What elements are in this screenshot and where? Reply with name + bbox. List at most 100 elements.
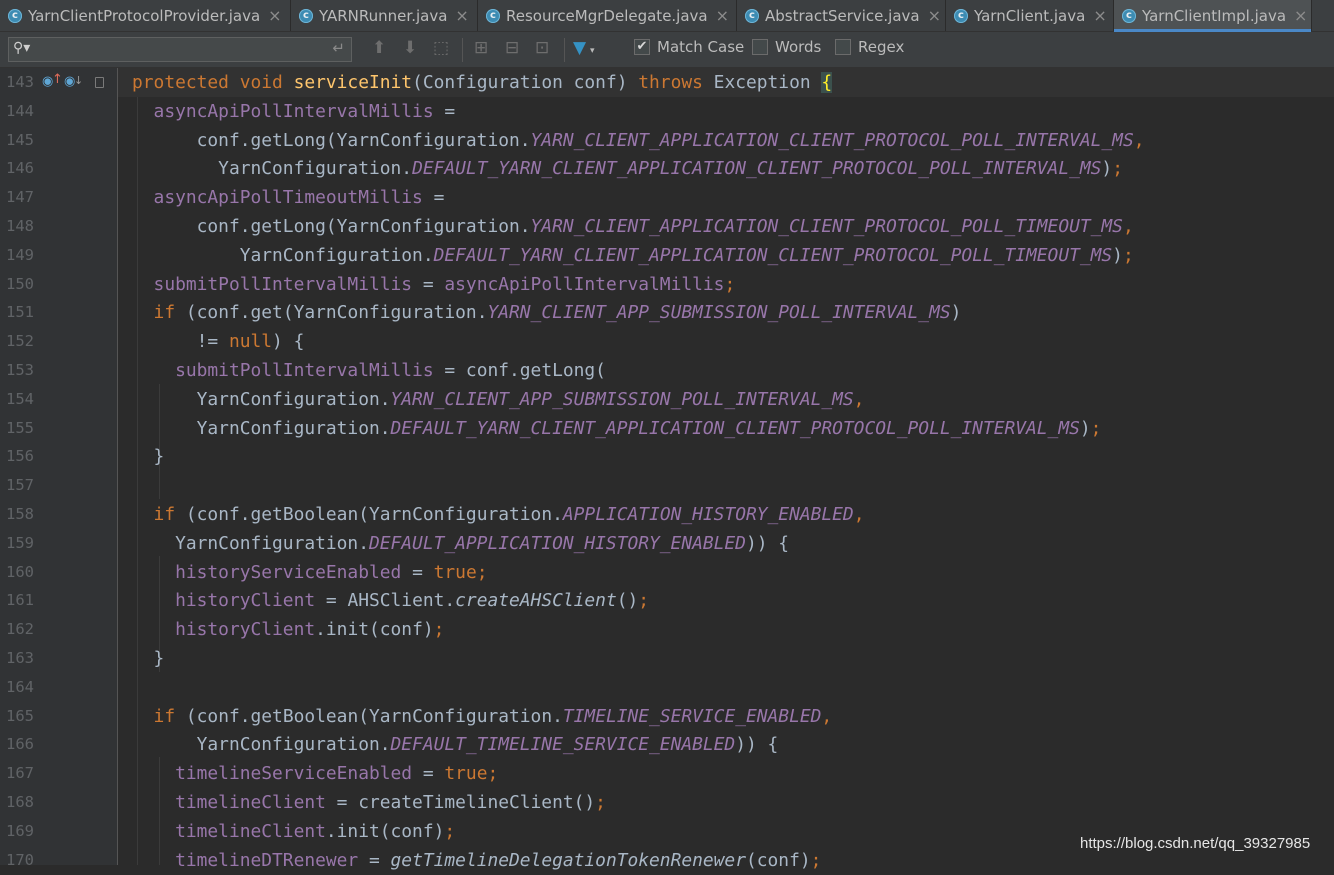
code-line[interactable]: 157 xyxy=(0,471,1334,500)
code-token: YARN_CLIENT_APPLICATION_CLIENT_PROTOCOL_… xyxy=(530,129,1134,151)
line-number: 170 xyxy=(6,850,34,869)
code-token: ) xyxy=(1112,244,1123,266)
code-text[interactable]: YarnConfiguration.DEFAULT_APPLICATION_HI… xyxy=(132,529,789,558)
code-line[interactable]: 162 historyClient.init(conf); xyxy=(0,615,1334,644)
search-input[interactable] xyxy=(37,40,331,61)
filter-icon[interactable]: ▼ xyxy=(573,38,586,58)
code-line[interactable]: 154 YarnConfiguration.YARN_CLIENT_APP_SU… xyxy=(0,385,1334,414)
code-text[interactable]: if (conf.get(YarnConfiguration.YARN_CLIE… xyxy=(132,298,962,327)
code-text[interactable]: asyncApiPollIntervalMillis = xyxy=(132,97,456,126)
close-icon[interactable]: × xyxy=(1294,6,1307,25)
select-all-occurrences-icon[interactable]: ⊡ xyxy=(535,38,549,58)
code-text[interactable]: timelineClient.init(conf); xyxy=(132,817,455,846)
code-text[interactable]: timelineServiceEnabled = true; xyxy=(132,759,498,788)
code-line[interactable]: 145 conf.getLong(YarnConfiguration.YARN_… xyxy=(0,126,1334,155)
tab-abstractservice[interactable]: c AbstractService.java × xyxy=(737,0,946,31)
code-text[interactable]: YarnConfiguration.DEFAULT_YARN_CLIENT_AP… xyxy=(132,414,1102,443)
code-line[interactable]: 144 asyncApiPollIntervalMillis = xyxy=(0,97,1334,126)
close-icon[interactable]: × xyxy=(268,6,281,25)
close-icon[interactable]: × xyxy=(1093,6,1106,25)
code-text[interactable]: timelineClient = createTimelineClient(); xyxy=(132,788,606,817)
regex-checkbox[interactable] xyxy=(835,39,851,55)
regex-option[interactable]: Regex xyxy=(835,38,904,56)
code-text[interactable]: timelineDTRenewer = getTimelineDelegatio… xyxy=(132,846,821,875)
code-line[interactable]: 152 != null) { xyxy=(0,327,1334,356)
line-number: 151 xyxy=(6,303,34,322)
code-text[interactable]: historyClient = AHSClient.createAHSClien… xyxy=(132,586,649,615)
close-icon[interactable]: × xyxy=(455,6,468,25)
line-number: 166 xyxy=(6,735,34,754)
code-line[interactable]: 160 historyServiceEnabled = true; xyxy=(0,558,1334,587)
match-case-option[interactable]: ✔ Match Case xyxy=(634,38,744,56)
code-line[interactable]: 164 xyxy=(0,673,1334,702)
code-line[interactable]: 143 protected void serviceInit(Configurat… xyxy=(0,68,1334,97)
code-token: serviceInit xyxy=(293,72,413,93)
code-token: timelineDTRenewer xyxy=(175,849,359,871)
search-box[interactable]: ⚲▾ ↵ xyxy=(8,37,352,62)
remove-occurrence-icon[interactable]: ⊟ xyxy=(505,38,519,58)
match-case-checkbox[interactable]: ✔ xyxy=(634,39,650,55)
code-token: APPLICATION_HISTORY_ENABLED xyxy=(562,504,854,525)
close-icon[interactable]: × xyxy=(928,6,941,25)
previous-occurrence-icon[interactable]: ⬆ xyxy=(372,38,386,58)
code-text[interactable]: protected void serviceInit(Configuration… xyxy=(132,68,833,97)
code-line[interactable]: 150 submitPollIntervalMillis = asyncApiP… xyxy=(0,270,1334,299)
code-line[interactable]: 163 } xyxy=(0,644,1334,673)
code-line[interactable]: 153 submitPollIntervalMillis = conf.getL… xyxy=(0,356,1334,385)
code-line[interactable]: 165 if (conf.getBoolean(YarnConfiguratio… xyxy=(0,702,1334,731)
line-number: 143 xyxy=(6,73,34,91)
code-text[interactable]: } xyxy=(132,442,165,471)
code-text[interactable]: YarnConfiguration.DEFAULT_TIMELINE_SERVI… xyxy=(132,730,779,759)
words-option[interactable]: Words xyxy=(752,38,821,56)
code-token: DEFAULT_YARN_CLIENT_APPLICATION_CLIENT_P… xyxy=(412,158,1102,180)
code-token: createAHSClient xyxy=(455,590,617,612)
tab-yarnclient[interactable]: c YarnClient.java × xyxy=(946,0,1114,31)
line-number: 156 xyxy=(6,447,34,466)
code-text[interactable]: asyncApiPollTimeoutMillis = xyxy=(132,183,445,212)
code-line[interactable]: 147 asyncApiPollTimeoutMillis = xyxy=(0,183,1334,212)
code-text[interactable]: } xyxy=(132,644,165,673)
tab-label: YarnClientImpl.java xyxy=(1142,6,1287,25)
code-line[interactable]: 155 YarnConfiguration.DEFAULT_YARN_CLIEN… xyxy=(0,414,1334,443)
line-number: 163 xyxy=(6,649,34,667)
code-text[interactable]: YarnConfiguration.DEFAULT_YARN_CLIENT_AP… xyxy=(132,241,1134,270)
code-text[interactable]: historyServiceEnabled = true; xyxy=(132,558,487,587)
code-line[interactable]: 156 } xyxy=(0,442,1334,471)
code-text[interactable]: conf.getLong(YarnConfiguration.YARN_CLIE… xyxy=(132,126,1145,155)
code-text[interactable]: != null) { xyxy=(132,327,305,356)
code-line[interactable]: 166 YarnConfiguration.DEFAULT_TIMELINE_S… xyxy=(0,730,1334,759)
tab-yarnclientprotocolprovider[interactable]: c YarnClientProtocolProvider.java × xyxy=(0,0,291,31)
code-line[interactable]: 161 historyClient = AHSClient.createAHSC… xyxy=(0,586,1334,615)
code-line[interactable]: 168 timelineClient = createTimelineClien… xyxy=(0,788,1334,817)
search-icon[interactable]: ⚲▾ xyxy=(13,40,30,56)
next-occurrence-icon[interactable]: ⬇ xyxy=(403,38,417,58)
code-text[interactable]: submitPollIntervalMillis = conf.getLong( xyxy=(132,356,606,385)
code-text[interactable]: if (conf.getBoolean(YarnConfiguration.AP… xyxy=(132,500,865,529)
code-line[interactable]: 146 YarnConfiguration.DEFAULT_YARN_CLIEN… xyxy=(0,154,1334,183)
code-line[interactable]: 151 if (conf.get(YarnConfiguration.YARN_… xyxy=(0,298,1334,327)
code-text[interactable]: YarnConfiguration.YARN_CLIENT_APP_SUBMIS… xyxy=(132,385,865,414)
line-number: 165 xyxy=(6,706,34,725)
tab-yarnclientimpl[interactable]: c YarnClientImpl.java × xyxy=(1114,0,1312,32)
code-text[interactable]: submitPollIntervalMillis = asyncApiPollI… xyxy=(132,270,736,299)
code-text[interactable]: conf.getLong(YarnConfiguration.YARN_CLIE… xyxy=(132,212,1134,241)
add-occurrence-icon[interactable]: ⊞ xyxy=(474,38,488,58)
code-line[interactable]: 167 timelineServiceEnabled = true; xyxy=(0,759,1334,788)
find-all-icon[interactable]: ⬚ xyxy=(433,38,449,58)
line-number: 150 xyxy=(6,274,34,293)
tab-yarnrunner[interactable]: c YARNRunner.java × xyxy=(291,0,478,31)
words-checkbox[interactable] xyxy=(752,39,768,55)
close-icon[interactable]: × xyxy=(716,6,729,25)
filter-dropdown-icon[interactable]: ▾ xyxy=(590,46,595,56)
code-line[interactable]: 158 if (conf.getBoolean(YarnConfiguratio… xyxy=(0,500,1334,529)
code-editor[interactable]: ◉ ↑ ◉ ↓ 143 protected void serviceInit(Co… xyxy=(0,68,1334,871)
code-line[interactable]: 159 YarnConfiguration.DEFAULT_APPLICATIO… xyxy=(0,529,1334,558)
tab-resourcemgrdelegate[interactable]: c ResourceMgrDelegate.java × xyxy=(478,0,737,31)
code-text[interactable]: historyClient.init(conf); xyxy=(132,615,444,644)
code-line[interactable]: 149 YarnConfiguration.DEFAULT_YARN_CLIEN… xyxy=(0,241,1334,270)
line-number: 164 xyxy=(6,677,34,696)
code-line[interactable]: 148 conf.getLong(YarnConfiguration.YARN_… xyxy=(0,212,1334,241)
editor-tab-bar: c YarnClientProtocolProvider.java × c YA… xyxy=(0,0,1334,32)
code-text[interactable]: if (conf.getBoolean(YarnConfiguration.TI… xyxy=(132,702,833,731)
code-text[interactable]: YarnConfiguration.DEFAULT_YARN_CLIENT_AP… xyxy=(132,154,1123,183)
